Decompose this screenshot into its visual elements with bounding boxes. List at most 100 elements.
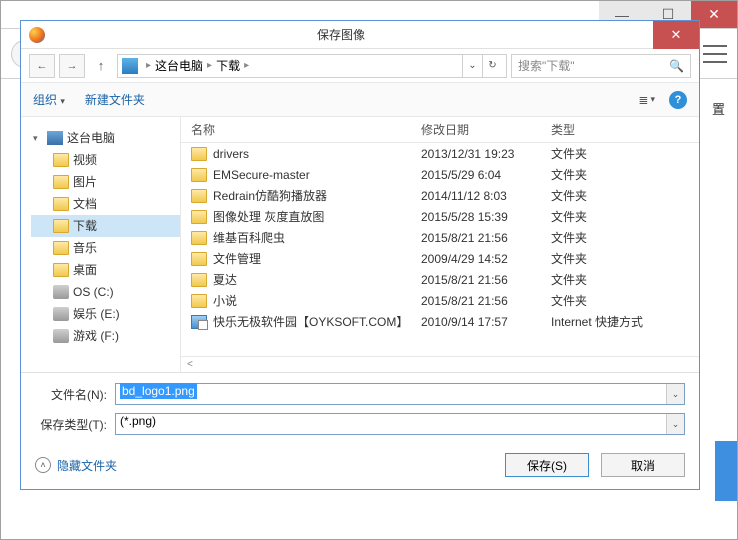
row-name: 夏达 xyxy=(213,271,237,288)
folder-icon xyxy=(191,210,207,224)
dialog-fields: 文件名(N): bd_logo1.png ⌄ 保存类型(T): (*.png) … xyxy=(21,373,699,447)
tree-item[interactable]: 视频 xyxy=(31,149,180,171)
list-row[interactable]: 图像处理 灰度直放图2015/5/28 15:39文件夹 xyxy=(181,206,699,227)
tree-item-label: 这台电脑 xyxy=(67,128,115,148)
folder-icon xyxy=(191,294,207,308)
fld-icon xyxy=(53,241,69,255)
tree-item-label: 图片 xyxy=(73,172,97,192)
dialog-close-button[interactable]: ✕ xyxy=(653,21,699,49)
nav-back-button[interactable]: ← xyxy=(29,54,55,78)
tree-item-label: 游戏 (F:) xyxy=(73,326,119,346)
breadcrumb-path[interactable]: 下载 xyxy=(216,57,240,74)
tree-item-label: 桌面 xyxy=(73,260,97,280)
tree-item[interactable]: 图片 xyxy=(31,171,180,193)
list-row[interactable]: drivers2013/12/31 19:23文件夹 xyxy=(181,143,699,164)
list-rows[interactable]: drivers2013/12/31 19:23文件夹 EMSecure-maste… xyxy=(181,143,699,356)
tree-item-label: 音乐 xyxy=(73,238,97,258)
list-row[interactable]: EMSecure-master2015/5/29 6:04文件夹 xyxy=(181,164,699,185)
dialog-titlebar[interactable]: 保存图像 ✕ xyxy=(21,21,699,49)
column-type-header[interactable]: 类型 xyxy=(551,121,699,138)
fld-icon xyxy=(53,263,69,277)
filetype-select[interactable]: (*.png) xyxy=(115,413,685,435)
tree-item[interactable]: 桌面 xyxy=(31,259,180,281)
breadcrumb[interactable]: ▸ 这台电脑 ▸ 下载 ▸ ⌄ ↻ xyxy=(117,54,507,78)
row-date: 2015/8/21 21:56 xyxy=(421,231,551,245)
filename-label: 文件名(N): xyxy=(35,386,115,403)
chevron-right-icon: ▸ xyxy=(203,60,216,71)
row-date: 2015/5/28 15:39 xyxy=(421,210,551,224)
column-name-header[interactable]: 名称 xyxy=(181,121,421,138)
row-name: EMSecure-master xyxy=(213,168,310,182)
nav-up-button[interactable]: ↑ xyxy=(89,54,113,78)
row-type: 文件夹 xyxy=(551,271,699,288)
organize-button[interactable]: 组织 ▾ xyxy=(33,91,65,108)
search-placeholder: 搜索"下载" xyxy=(518,57,575,74)
list-row[interactable]: Redrain仿酷狗播放器2014/11/12 8:03文件夹 xyxy=(181,185,699,206)
new-folder-button[interactable]: 新建文件夹 xyxy=(85,91,145,108)
search-input[interactable]: 搜索"下载" 🔍 xyxy=(511,54,691,78)
row-type: 文件夹 xyxy=(551,187,699,204)
list-header: 名称 修改日期 类型 xyxy=(181,117,699,143)
tree-item[interactable]: 游戏 (F:) xyxy=(31,325,180,347)
tree-item[interactable]: OS (C:) xyxy=(31,281,180,303)
folder-tree[interactable]: ▾ 这台电脑视频图片文档下载音乐桌面OS (C:)娱乐 (E:)游戏 (F:) xyxy=(21,117,181,372)
tree-item[interactable]: 娱乐 (E:) xyxy=(31,303,180,325)
help-button[interactable]: ? xyxy=(669,91,687,109)
filename-dropdown-button[interactable]: ⌄ xyxy=(666,384,684,404)
column-date-header[interactable]: 修改日期 xyxy=(421,121,551,138)
chevron-down-icon: ▾ xyxy=(650,94,655,105)
filetype-dropdown-button[interactable]: ⌄ xyxy=(666,414,684,434)
chevron-right-icon: ▸ xyxy=(240,60,253,71)
list-row[interactable]: 夏达 2015/8/21 21:56文件夹 xyxy=(181,269,699,290)
browser-menu-button[interactable] xyxy=(703,45,727,63)
tree-item[interactable]: ▾ 这台电脑 xyxy=(31,127,180,149)
row-name: 小说 xyxy=(213,292,237,309)
page-text: 置 xyxy=(712,99,725,118)
row-date: 2015/8/21 21:56 xyxy=(421,273,551,287)
list-view-icon: ≣ xyxy=(638,93,648,107)
row-date: 2015/5/29 6:04 xyxy=(421,168,551,182)
filename-input[interactable]: bd_logo1.png xyxy=(115,383,685,405)
chevron-right-icon: ▸ xyxy=(142,60,155,71)
breadcrumb-root[interactable]: 这台电脑 xyxy=(155,57,203,74)
horizontal-scrollbar[interactable]: < xyxy=(181,356,699,372)
expand-icon: ▾ xyxy=(33,128,43,148)
pc-icon xyxy=(122,58,138,74)
pc-icon xyxy=(47,131,63,145)
row-name: 文件管理 xyxy=(213,250,261,267)
list-row[interactable]: 维基百科爬虫2015/8/21 21:56文件夹 xyxy=(181,227,699,248)
row-date: 2013/12/31 19:23 xyxy=(421,147,551,161)
tree-item-label: 视频 xyxy=(73,150,97,170)
fld-icon xyxy=(53,153,69,167)
breadcrumb-dropdown-button[interactable]: ⌄ xyxy=(462,55,482,77)
chevron-down-icon: ▾ xyxy=(60,96,65,106)
list-row[interactable]: 快乐无极软件园【OYKSOFT.COM】2010/9/14 17:57Inter… xyxy=(181,311,699,332)
tree-item[interactable]: 音乐 xyxy=(31,237,180,259)
row-name: Redrain仿酷狗播放器 xyxy=(213,187,327,204)
breadcrumb-refresh-button[interactable]: ↻ xyxy=(482,55,502,77)
view-mode-button[interactable]: ≣ ▾ xyxy=(638,93,655,107)
save-dialog: 保存图像 ✕ ← → ↑ ▸ 这台电脑 ▸ 下载 ▸ ⌄ ↻ 搜索"下载" 🔍 … xyxy=(20,20,700,490)
dialog-toolbar: 组织 ▾ 新建文件夹 ≣ ▾ ? xyxy=(21,83,699,117)
dialog-footer: ˄ 隐藏文件夹 保存(S) 取消 xyxy=(21,447,699,489)
search-icon[interactable]: 🔍 xyxy=(669,59,684,73)
tree-item[interactable]: 下载 xyxy=(31,215,180,237)
save-button[interactable]: 保存(S) xyxy=(505,453,589,477)
drv-icon xyxy=(53,329,69,343)
nav-forward-button[interactable]: → xyxy=(59,54,85,78)
tree-item[interactable]: 文档 xyxy=(31,193,180,215)
row-type: 文件夹 xyxy=(551,145,699,162)
dialog-body: ▾ 这台电脑视频图片文档下载音乐桌面OS (C:)娱乐 (E:)游戏 (F:) 名… xyxy=(21,117,699,373)
row-name: 快乐无极软件园【OYKSOFT.COM】 xyxy=(213,313,408,330)
hide-folders-toggle[interactable]: ˄ 隐藏文件夹 xyxy=(35,457,117,474)
drv-icon xyxy=(53,307,69,321)
row-type: Internet 快捷方式 xyxy=(551,313,699,330)
list-row[interactable]: 小说2015/8/21 21:56文件夹 xyxy=(181,290,699,311)
filetype-label: 保存类型(T): xyxy=(35,416,115,433)
folder-icon xyxy=(191,231,207,245)
folder-icon xyxy=(191,189,207,203)
list-row[interactable]: 文件管理2009/4/29 14:52文件夹 xyxy=(181,248,699,269)
row-type: 文件夹 xyxy=(551,208,699,225)
cancel-button[interactable]: 取消 xyxy=(601,453,685,477)
tree-item-label: 下载 xyxy=(73,216,97,236)
